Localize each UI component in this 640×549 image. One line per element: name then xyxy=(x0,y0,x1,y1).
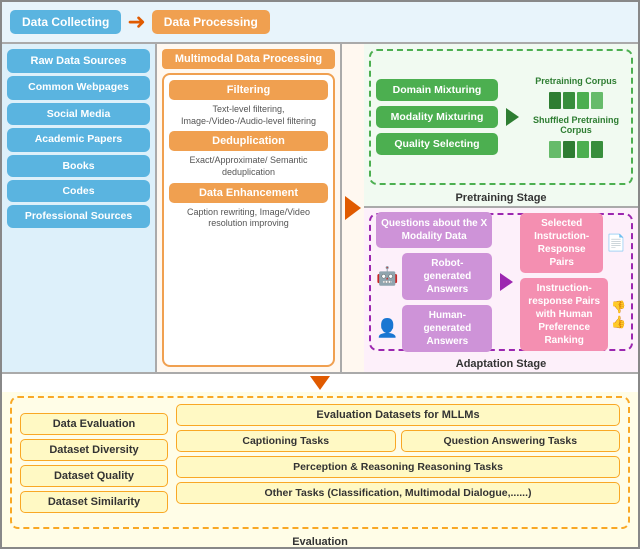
corpus-blocks: Pretraining Corpus Shuffled Pretraining … xyxy=(526,76,626,158)
filtering-desc: Text-level filtering, Image-/Video-/Audi… xyxy=(169,104,328,127)
adaptation-section: Questions about the X Modality Data 🤖 Ro… xyxy=(364,208,638,372)
dedup-box: Deduplication xyxy=(169,131,328,151)
pretraining-stage-label: Pretraining Stage xyxy=(449,192,552,204)
header-row: Data Collecting ➜ Data Processing xyxy=(2,2,638,44)
ranked-box: Instruction-response Pairs with Human Pr… xyxy=(520,278,608,351)
corpus-books-2 xyxy=(549,141,603,158)
adapt-arrow xyxy=(497,273,515,291)
thumbs-up-icon: 👍 xyxy=(611,315,626,329)
adapt-right-col: Selected Instruction-Response Pairs 📄 In… xyxy=(520,213,626,351)
header-arrow-right: ➜ xyxy=(127,11,145,33)
left-item-common: Common Webpages xyxy=(7,76,150,100)
pretrain-inner: Domain Mixturing Modality Mixturing Qual… xyxy=(369,49,633,185)
dataset-diversity-box: Dataset Diversity xyxy=(20,439,168,461)
enhance-desc: Caption rewriting, Image/Video resolutio… xyxy=(169,207,328,230)
right-panel: Domain Mixturing Modality Mixturing Qual… xyxy=(364,44,638,372)
eval-inner: Data Evaluation Dataset Diversity Datase… xyxy=(10,396,630,529)
adapt-inner: Questions about the X Modality Data 🤖 Ro… xyxy=(369,213,633,351)
robot-answers-row: 🤖 Robot-generated Answers xyxy=(376,253,492,300)
evaluation-section: Data Evaluation Dataset Diversity Datase… xyxy=(2,392,638,549)
data-evaluation-box: Data Evaluation xyxy=(20,413,168,435)
ranked-pairs-row: Instruction-response Pairs with Human Pr… xyxy=(520,278,626,351)
adaptation-stage-label: Adaptation Stage xyxy=(450,358,552,370)
pretrain-corpus-label: Pretraining Corpus xyxy=(535,76,617,86)
main-content: Raw Data Sources Common Webpages Social … xyxy=(2,44,638,374)
middle-panel: Multimodal Data Processing Filtering Tex… xyxy=(157,44,342,372)
multimodal-label: Multimodal Data Processing xyxy=(162,49,335,69)
questions-box: Questions about the X Modality Data xyxy=(376,212,492,248)
filtering-box: Filtering xyxy=(169,80,328,100)
process-group-box: Filtering Text-level filtering, Image-/V… xyxy=(162,73,335,367)
domain-mixing-box: Domain Mixturing xyxy=(376,79,498,101)
enhance-box: Data Enhancement xyxy=(169,183,328,203)
corpus-books-1 xyxy=(549,92,603,109)
shuffled-corpus-label: Shuffled Pretraining Corpus xyxy=(526,115,626,135)
eval-datasets-header: Evaluation Datasets for MLLMs xyxy=(176,404,620,426)
selected-box: Selected Instruction-Response Pairs xyxy=(520,213,603,273)
perception-reasoning-box: Perception & Reasoning Reasoning Tasks xyxy=(176,456,620,478)
left-panel: Raw Data Sources Common Webpages Social … xyxy=(2,44,157,372)
quality-selecting-box: Quality Selecting xyxy=(376,133,498,155)
data-processing-header: Data Processing xyxy=(152,10,270,34)
middle-to-right-arrow xyxy=(342,44,364,372)
left-item-social: Social Media xyxy=(7,103,150,125)
robot-emoji: 🤖 xyxy=(376,266,398,287)
pretrain-steps: Domain Mixturing Modality Mixturing Qual… xyxy=(376,79,498,155)
raw-data-sources-title: Raw Data Sources xyxy=(7,49,150,73)
pretrain-arrow xyxy=(503,108,521,126)
page-wrapper: Data Collecting ➜ Data Processing Raw Da… xyxy=(0,0,640,549)
human-box: Human-generated Answers xyxy=(402,305,492,352)
dedup-desc: Exact/Approximate/ Semantic deduplicatio… xyxy=(169,155,328,178)
eval-row-3: Other Tasks (Classification, Multimodal … xyxy=(176,482,620,504)
left-item-books: Books xyxy=(7,155,150,177)
left-item-academic: Academic Papers xyxy=(7,128,150,152)
data-collecting-header: Data Collecting xyxy=(10,10,121,34)
other-tasks-box: Other Tasks (Classification, Multimodal … xyxy=(176,482,620,504)
left-item-codes: Codes xyxy=(7,180,150,202)
down-arrow-section xyxy=(2,374,638,392)
doc-icon: 📄 xyxy=(606,233,626,253)
dataset-similarity-box: Dataset Similarity xyxy=(20,491,168,513)
thumbs-down-icon: 👎 xyxy=(611,300,626,314)
robot-box: Robot-generated Answers xyxy=(402,253,492,300)
modality-mixing-box: Modality Mixturing xyxy=(376,106,498,128)
qa-tasks-box: Question Answering Tasks xyxy=(401,430,621,452)
thumbs-icons: 👎 👍 xyxy=(611,300,626,329)
dataset-quality-box: Dataset Quality xyxy=(20,465,168,487)
human-emoji: 👤 xyxy=(376,318,398,339)
eval-row-1: Captioning Tasks Question Answering Task… xyxy=(176,430,620,452)
evaluation-label: Evaluation xyxy=(284,536,356,548)
pretraining-section: Domain Mixturing Modality Mixturing Qual… xyxy=(364,44,638,208)
left-item-professional: Professional Sources xyxy=(7,205,150,229)
eval-row-2: Perception & Reasoning Reasoning Tasks xyxy=(176,456,620,478)
human-answers-row: 👤 Human-generated Answers xyxy=(376,305,492,352)
captioning-tasks-box: Captioning Tasks xyxy=(176,430,396,452)
adapt-left-col: Questions about the X Modality Data 🤖 Ro… xyxy=(376,212,492,352)
selected-pairs-row: Selected Instruction-Response Pairs 📄 xyxy=(520,213,626,273)
eval-right: Evaluation Datasets for MLLMs Captioning… xyxy=(176,404,620,521)
eval-left: Data Evaluation Dataset Diversity Datase… xyxy=(20,404,168,521)
